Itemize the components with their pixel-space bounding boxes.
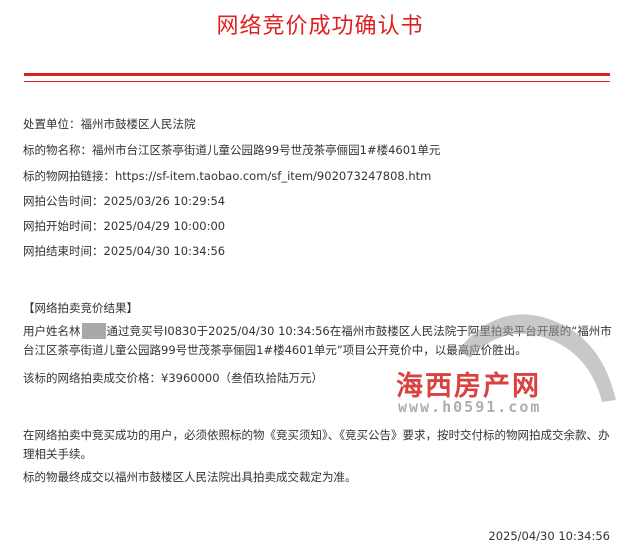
- field-value: 福州市台江区茶亭街道儿童公园路99号世茂茶亭俪园1#楼4601单元: [92, 143, 441, 157]
- field-value: 福州市鼓楼区人民法院: [80, 117, 196, 131]
- result-paragraph: 用户姓名林 通过竞买号I0830于2025/04/30 10:34:56在福州市鼓…: [23, 322, 613, 360]
- price-line: 该标的网络拍卖成交价格：¥3960000（叁佰玖拾陆万元）: [23, 371, 324, 385]
- field-announce-time: 网拍公告时间：2025/03/26 10:29:54: [23, 193, 623, 209]
- field-disposal-unit: 处置单位：福州市鼓楼区人民法院: [23, 116, 623, 132]
- site-watermark: 海西房产网 www.h0591.com: [388, 300, 628, 425]
- auction-link[interactable]: https://sf-item.taobao.com/sf_item/90207…: [115, 169, 431, 183]
- field-label: 网拍公告时间：: [23, 194, 104, 208]
- watermark-swoosh-icon: [458, 314, 616, 402]
- field-label: 标的物名称：: [23, 143, 92, 157]
- footer-timestamp: 2025/04/30 10:34:56: [488, 529, 610, 543]
- field-label: 标的物网拍链接：: [23, 169, 115, 183]
- field-value: 2025/03/26 10:29:54: [103, 194, 226, 208]
- result-text-prefix: 用户姓名林: [23, 324, 81, 338]
- field-value: 2025/04/30 10:34:56: [103, 244, 226, 258]
- notice-paragraph-1: 在网络拍卖中竞买成功的用户，必须依照标的物《竞买须知》、《竞买公告》要求，按时交…: [23, 428, 610, 461]
- notice-paragraph-2: 标的物最终成交以福州市鼓楼区人民法院出具拍卖成交裁定为准。: [23, 470, 357, 484]
- field-value: 2025/04/29 10:00:00: [103, 219, 226, 233]
- field-start-time: 网拍开始时间：2025/04/29 10:00:00: [23, 218, 623, 234]
- field-label: 处置单位：: [23, 117, 81, 131]
- title-divider-thin: [24, 81, 610, 82]
- field-auction-link: 标的物网拍链接：https://sf-item.taobao.com/sf_it…: [23, 168, 623, 184]
- field-label: 网拍结束时间：: [23, 244, 104, 258]
- title-divider-thick: [24, 73, 610, 76]
- field-object-name: 标的物名称：福州市台江区茶亭街道儿童公园路99号世茂茶亭俪园1#楼4601单元: [23, 142, 623, 158]
- document-title: 网络竞价成功确认书: [216, 14, 424, 39]
- redacted-name-block: [81, 323, 106, 339]
- field-label: 网拍开始时间：: [23, 219, 104, 233]
- result-text-body: 通过竞买号I0830于2025/04/30 10:34:56在福州市鼓楼区人民法…: [23, 324, 612, 357]
- result-heading: 【网络拍卖竞价结果】: [23, 301, 138, 315]
- field-end-time: 网拍结束时间：2025/04/30 10:34:56: [23, 243, 623, 259]
- watermark-url: www.h0591.com: [398, 398, 542, 416]
